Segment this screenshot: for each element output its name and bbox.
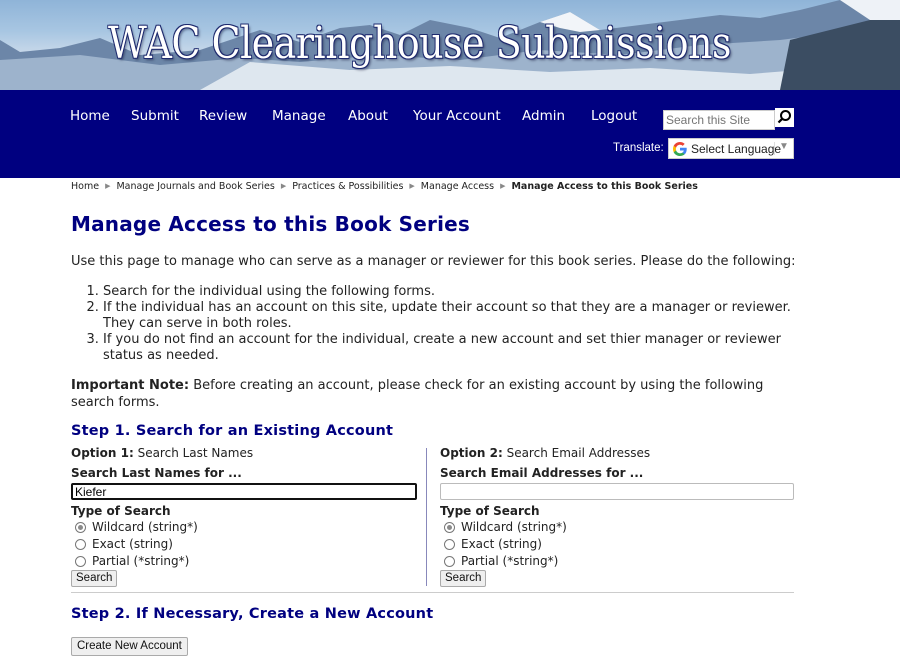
search-type-label: Type of Search bbox=[440, 504, 540, 518]
instruction-item: Search for the individual using the foll… bbox=[103, 284, 796, 300]
lastname-field-label: Search Last Names for ... bbox=[71, 466, 242, 480]
radio-label: Partial (*string*) bbox=[461, 554, 559, 568]
language-select-value: Select Language bbox=[691, 142, 782, 156]
important-note: Important Note: Before creating an accou… bbox=[71, 377, 796, 411]
instruction-item: If you do not find an account for the in… bbox=[103, 332, 796, 364]
lastname-search-input[interactable] bbox=[71, 483, 417, 500]
breadcrumb-separator-icon: ▶ bbox=[500, 182, 506, 190]
page-title: Manage Access to this Book Series bbox=[71, 212, 471, 236]
radio-button[interactable] bbox=[444, 539, 455, 550]
nav-review[interactable]: Review bbox=[199, 108, 247, 124]
radio-label: Wildcard (string*) bbox=[461, 520, 567, 534]
radio-button[interactable] bbox=[444, 522, 455, 533]
create-new-account-button[interactable]: Create New Account bbox=[71, 637, 188, 656]
radio-label: Exact (string) bbox=[92, 537, 173, 551]
option2-title: Option 2: Search Email Addresses bbox=[440, 445, 794, 461]
main-content: Manage Access to this Book Series Use th… bbox=[71, 212, 796, 587]
lastname-search-button[interactable]: Search bbox=[71, 570, 118, 587]
option2-email-search: Option 2: Search Email Addresses Search … bbox=[440, 445, 794, 587]
nav-home[interactable]: Home bbox=[70, 108, 110, 124]
email-search-button[interactable]: Search bbox=[440, 570, 487, 587]
radio-wildcard[interactable]: Wildcard (string*) bbox=[440, 519, 794, 536]
search-options: Option 1: Search Last Names Search Last … bbox=[71, 445, 796, 587]
breadcrumb-practices[interactable]: Practices & Possibilities bbox=[292, 181, 403, 192]
column-divider bbox=[426, 448, 427, 586]
radio-label: Exact (string) bbox=[461, 537, 542, 551]
intro-text: Use this page to manage who can serve as… bbox=[71, 254, 796, 269]
site-search-button[interactable] bbox=[775, 108, 794, 127]
step1-heading: Step 1. Search for an Existing Account bbox=[71, 423, 394, 439]
breadcrumb-manage-access[interactable]: Manage Access bbox=[421, 181, 494, 192]
breadcrumb-current: Manage Access to this Book Series bbox=[511, 181, 698, 192]
option2-description: Search Email Addresses bbox=[502, 446, 651, 460]
option1-lastname-search: Option 1: Search Last Names Search Last … bbox=[71, 445, 417, 587]
translate-label: Translate: bbox=[613, 142, 664, 154]
instruction-list: Search for the individual using the foll… bbox=[71, 284, 796, 364]
nav-admin[interactable]: Admin bbox=[522, 108, 565, 124]
step2-heading: Step 2. If Necessary, Create a New Accou… bbox=[71, 606, 434, 622]
section-divider bbox=[71, 592, 794, 593]
site-title: WAC Clearinghouse Submissions bbox=[108, 18, 732, 69]
search-type-label: Type of Search bbox=[71, 504, 171, 518]
select-divider bbox=[774, 142, 775, 155]
site-search-input[interactable] bbox=[663, 110, 775, 130]
radio-wildcard[interactable]: Wildcard (string*) bbox=[71, 519, 417, 536]
email-search-input[interactable] bbox=[440, 483, 794, 500]
nav-manage[interactable]: Manage bbox=[272, 108, 326, 124]
dropdown-arrow-icon: ▼ bbox=[779, 141, 789, 152]
breadcrumb-separator-icon: ▶ bbox=[409, 182, 415, 190]
breadcrumb-home[interactable]: Home bbox=[71, 181, 99, 192]
breadcrumb: Home ▶ Manage Journals and Book Series ▶ Pra… bbox=[71, 181, 698, 192]
magnifier-icon bbox=[777, 110, 791, 124]
radio-label: Wildcard (string*) bbox=[92, 520, 198, 534]
google-g-icon bbox=[673, 142, 687, 156]
instruction-item: If the individual has an account on this… bbox=[103, 300, 796, 332]
option1-title: Option 1: Search Last Names bbox=[71, 445, 417, 461]
option1-description: Search Last Names bbox=[133, 446, 254, 460]
nav-submit[interactable]: Submit bbox=[131, 108, 179, 124]
radio-button[interactable] bbox=[75, 539, 86, 550]
radio-label: Partial (*string*) bbox=[92, 554, 190, 568]
nav-logout[interactable]: Logout bbox=[591, 108, 637, 124]
radio-button[interactable] bbox=[444, 556, 455, 567]
radio-partial[interactable]: Partial (*string*) bbox=[71, 553, 417, 570]
option1-label: Option 1: bbox=[71, 446, 134, 460]
note-label: Important Note: bbox=[71, 378, 190, 393]
email-field-label: Search Email Addresses for ... bbox=[440, 466, 644, 480]
site-banner: WAC Clearinghouse Submissions bbox=[0, 0, 900, 90]
radio-button[interactable] bbox=[75, 556, 86, 567]
nav-your-account[interactable]: Your Account bbox=[413, 108, 501, 124]
option2-label: Option 2: bbox=[440, 446, 503, 460]
breadcrumb-separator-icon: ▶ bbox=[105, 182, 111, 190]
language-select[interactable]: Select Language ▼ bbox=[668, 138, 794, 159]
radio-button[interactable] bbox=[75, 522, 86, 533]
breadcrumb-manage-journals[interactable]: Manage Journals and Book Series bbox=[116, 181, 274, 192]
main-navigation: Home Submit Review Manage About Your Acc… bbox=[0, 90, 900, 178]
nav-about[interactable]: About bbox=[348, 108, 388, 124]
breadcrumb-separator-icon: ▶ bbox=[280, 182, 287, 190]
radio-partial[interactable]: Partial (*string*) bbox=[440, 553, 794, 570]
radio-exact[interactable]: Exact (string) bbox=[440, 536, 794, 553]
radio-exact[interactable]: Exact (string) bbox=[71, 536, 417, 553]
